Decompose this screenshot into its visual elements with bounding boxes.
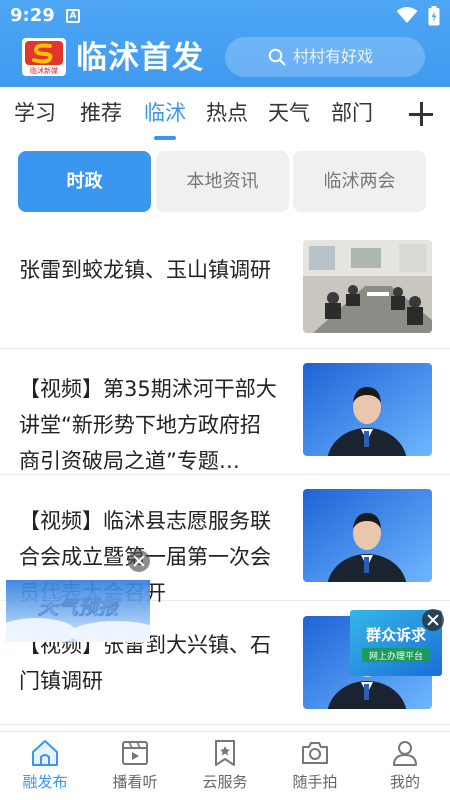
app-screen: 9:29 A 临沭新媒 临沭首发 村村有好戏 学习 推荐 临沭 热点 天气 部门…: [0, 0, 450, 800]
tab-study[interactable]: 学习: [14, 99, 56, 127]
logo-text: 临沭新媒: [30, 66, 58, 75]
channel-tabs: 学习 推荐 临沭 热点 天气 部门: [0, 87, 450, 142]
app-header: 9:29 A 临沭新媒 临沭首发 村村有好戏: [0, 0, 450, 87]
meeting-photo: [303, 240, 432, 333]
appeal-title: 群众诉求: [366, 626, 427, 644]
nav-cloud-service[interactable]: 云服务: [180, 732, 270, 800]
weather-banner-graphic: 天气预报: [0, 580, 162, 647]
status-bar: 9:29 A: [0, 0, 450, 30]
tab-weather[interactable]: 天气: [268, 99, 310, 127]
nav-mine[interactable]: 我的: [360, 732, 450, 800]
tab-hot[interactable]: 热点: [206, 99, 248, 127]
news-thumbnail: [303, 240, 432, 333]
subtab-politics[interactable]: 时政: [18, 151, 151, 212]
nav-label: 云服务: [202, 773, 248, 791]
search-box[interactable]: 村村有好戏: [225, 37, 425, 77]
search-icon: [268, 48, 286, 66]
news-item[interactable]: 张雷到蛟龙镇、玉山镇调研: [0, 226, 450, 349]
bookmark-star-icon: [215, 740, 235, 766]
close-appeal-banner-icon[interactable]: [422, 609, 444, 631]
weather-forecast-banner[interactable]: 天气预报: [0, 580, 162, 647]
subtab-local-news[interactable]: 本地资讯: [156, 151, 289, 212]
news-thumbnail: [303, 363, 432, 456]
camera-icon: [302, 742, 328, 764]
nav-publish[interactable]: 融发布: [0, 732, 90, 800]
nav-label: 播看听: [112, 773, 158, 791]
user-icon: [393, 741, 417, 766]
bottom-navigation: 融发布 播看听 云服务 随手拍 我的: [0, 731, 450, 800]
close-weather-banner-icon[interactable]: [128, 550, 150, 572]
nav-snapshot[interactable]: 随手拍: [270, 732, 360, 800]
tab-linshu[interactable]: 临沭: [144, 99, 186, 127]
weather-banner-label: 天气预报: [38, 595, 121, 619]
news-title: 【视频】第35期沭河干部大讲堂“新形势下地方政府招商引资破局之道”专题…: [19, 377, 277, 473]
notification-icon: A: [66, 9, 80, 23]
tab-department[interactable]: 部门: [331, 99, 373, 127]
add-channel-icon[interactable]: [408, 101, 434, 127]
video-icon: [122, 741, 148, 765]
home-icon: [32, 740, 58, 766]
active-tab-indicator: [154, 136, 176, 140]
nav-label: 我的: [389, 773, 420, 791]
news-item[interactable]: 【视频】第35期沭河干部大讲堂“新形势下地方政府招商引资破局之道”专题…: [0, 349, 450, 475]
anchor-video-thumbnail: [303, 363, 432, 456]
battery-icon: [428, 6, 440, 26]
subtab-two-sessions[interactable]: 临沭两会: [293, 151, 426, 212]
logo-graphic: 临沭新媒: [25, 41, 63, 75]
appeal-subtitle: 网上办理平台: [369, 650, 423, 662]
search-placeholder: 村村有好戏: [293, 47, 374, 66]
status-time: 9:29: [10, 5, 55, 26]
wifi-icon: [396, 7, 418, 23]
anchor-video-thumbnail: [303, 489, 432, 582]
nav-watch[interactable]: 播看听: [90, 732, 180, 800]
nav-label: 融发布: [22, 773, 68, 791]
tab-recommend[interactable]: 推荐: [80, 99, 122, 127]
news-title: 张雷到蛟龙镇、玉山镇调研: [19, 258, 271, 282]
news-thumbnail: [303, 489, 432, 582]
app-title: 临沭首发: [76, 40, 204, 76]
nav-label: 随手拍: [292, 773, 338, 791]
app-logo[interactable]: 临沭新媒: [22, 38, 66, 76]
